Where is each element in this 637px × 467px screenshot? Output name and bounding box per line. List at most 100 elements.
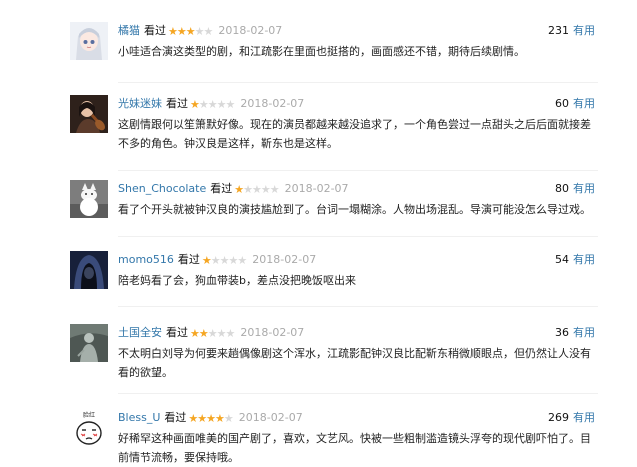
star-filled-icon: ★	[188, 412, 198, 425]
comment-header: Shen_Chocolate 看过 ★★★★★ 2018-02-07	[118, 182, 349, 196]
comment-text: 这剧情跟何以笙箫默好像。现在的演员都越来越没追求了，一个角色尝过一点甜头之后后面…	[118, 118, 591, 150]
star-filled-icon: ★	[185, 25, 196, 38]
comment-divider	[118, 393, 598, 394]
star-empty-icon: ★	[207, 327, 218, 340]
useful-button[interactable]: 有用	[573, 411, 595, 424]
vote-count: 36	[555, 326, 569, 339]
comment-header: 光妹迷妹 看过 ★★★★★ 2018-02-07	[118, 97, 304, 111]
star-empty-icon: ★	[251, 183, 262, 196]
comment-username[interactable]: momo516	[118, 253, 174, 266]
comment-date: 2018-02-07	[218, 24, 283, 37]
vote-area: 54 有用	[555, 253, 595, 267]
comment-username[interactable]: 光妹迷妹	[118, 97, 162, 110]
star-empty-icon: ★	[243, 183, 253, 196]
watched-label: 看过	[210, 182, 233, 195]
comment-text: 看了个开头就被钟汉良的演技尴尬到了。台词一塌糊涂。人物出场混乱。导演可能没怎么导…	[118, 203, 591, 216]
vote-area: 60 有用	[555, 97, 595, 111]
star-empty-icon: ★	[237, 254, 247, 267]
comment-text: 好稀罕这种画面唯美的国产剧了，喜欢，文艺风。快被一些粗制滥造镜头浮夸的现代剧吓怕…	[118, 432, 591, 464]
watched-label: 看过	[166, 326, 188, 339]
vote-area: 269 有用	[548, 411, 595, 425]
star-empty-icon: ★	[210, 254, 221, 267]
star-filled-icon: ★	[198, 327, 209, 340]
star-filled-icon: ★	[197, 412, 207, 425]
vote-count: 80	[555, 182, 569, 195]
rating-stars: ★★★★★	[168, 25, 214, 39]
comment-header: Bless_U 看过 ★★★★★ 2018-02-07	[118, 411, 303, 425]
comment-divider	[118, 170, 598, 171]
useful-button[interactable]: 有用	[573, 182, 595, 195]
white-cat-avatar-icon[interactable]	[70, 180, 108, 218]
comment-username[interactable]: 土国全安	[118, 326, 162, 339]
rating-stars: ★★★★★	[234, 183, 280, 197]
star-empty-icon: ★	[207, 98, 218, 111]
comment-item: 土国全安 看过 ★★★★★ 2018-02-07 36 有用 不太明白刘导为何要来趟偶像…	[0, 324, 637, 400]
star-empty-icon: ★	[223, 412, 234, 425]
star-empty-icon: ★	[194, 25, 205, 38]
comment-divider	[118, 82, 598, 83]
vote-count: 269	[548, 411, 569, 424]
blushing-face-avatar-icon[interactable]: 脸红	[70, 409, 108, 447]
watched-label: 看过	[144, 24, 166, 37]
comment-item: 橘猫 看过 ★★★★★ 2018-02-07 231 有用 小哇适合演这类型的剧，和江疏…	[0, 22, 637, 90]
comment-item: 脸红 Bless_U 看过 ★★★★★ 2018-02-07 269 有用 好稀罕这种画…	[0, 409, 637, 467]
star-empty-icon: ★	[225, 327, 236, 340]
vote-area: 80 有用	[555, 182, 595, 196]
grey-figure-avatar-icon[interactable]	[70, 324, 108, 362]
vote-area: 231 有用	[548, 24, 595, 38]
comment-text: 不太明白刘导为何要来趟偶像剧这个浑水，江疏影配钟汉良比配靳东稍微顺眼点，但仍然让…	[118, 347, 591, 379]
star-empty-icon: ★	[219, 254, 230, 267]
star-filled-icon: ★	[190, 327, 200, 340]
useful-button[interactable]: 有用	[573, 253, 595, 266]
comment-item: Shen_Chocolate 看过 ★★★★★ 2018-02-07 80 有用 看了个…	[0, 180, 637, 240]
vote-count: 231	[548, 24, 569, 37]
rating-stars: ★★★★★	[201, 254, 247, 268]
comment-text: 小哇适合演这类型的剧，和江疏影在里面也挺搭的，画面感还不错，期待后续剧情。	[118, 45, 525, 58]
comment-date: 2018-02-07	[240, 97, 305, 110]
useful-button[interactable]: 有用	[573, 24, 595, 37]
comment-header: 土国全安 看过 ★★★★★ 2018-02-07	[118, 326, 304, 340]
star-empty-icon: ★	[216, 327, 227, 340]
star-filled-icon: ★	[206, 412, 216, 425]
comment-item: momo516 看过 ★★★★★ 2018-02-07 54 有用 陪老妈看了会，狗血带…	[0, 251, 637, 311]
comment-date: 2018-02-07	[252, 253, 317, 266]
star-empty-icon: ★	[225, 98, 236, 111]
vote-count: 54	[555, 253, 569, 266]
comment-divider	[118, 236, 598, 237]
useful-button[interactable]: 有用	[573, 326, 595, 339]
star-empty-icon: ★	[216, 98, 227, 111]
comment-text: 陪老妈看了会，狗血带装b，差点没把晚饭呕出来	[118, 274, 356, 287]
comment-username[interactable]: Shen_Chocolate	[118, 182, 206, 195]
star-filled-icon: ★	[201, 254, 212, 267]
comment-header: 橘猫 看过 ★★★★★ 2018-02-07	[118, 24, 282, 38]
rating-stars: ★★★★★	[190, 98, 236, 112]
avatar-label: 脸红	[83, 411, 95, 419]
comment-divider	[118, 306, 598, 307]
watched-label: 看过	[166, 97, 188, 110]
star-empty-icon: ★	[198, 98, 209, 111]
watched-label: 看过	[177, 253, 200, 266]
rating-stars: ★★★★★	[190, 327, 236, 341]
rating-stars: ★★★★★	[188, 412, 234, 426]
useful-button[interactable]: 有用	[573, 97, 595, 110]
anime-girl-avatar-icon[interactable]	[70, 22, 108, 60]
star-filled-icon: ★	[215, 412, 225, 425]
comment-date: 2018-02-07	[238, 411, 303, 424]
comment-username[interactable]: Bless_U	[118, 411, 160, 424]
star-filled-icon: ★	[234, 183, 244, 196]
star-filled-icon: ★	[168, 25, 178, 38]
vote-area: 36 有用	[555, 326, 595, 340]
comment-date: 2018-02-07	[240, 326, 305, 339]
woman-with-violin-avatar-icon[interactable]	[70, 95, 108, 133]
hooded-figure-avatar-icon[interactable]	[70, 251, 108, 289]
star-empty-icon: ★	[269, 183, 280, 196]
comment-username[interactable]: 橘猫	[118, 24, 140, 37]
star-empty-icon: ★	[203, 25, 214, 38]
star-filled-icon: ★	[176, 25, 187, 38]
star-empty-icon: ★	[260, 183, 271, 196]
comment-item: 光妹迷妹 看过 ★★★★★ 2018-02-07 60 有用 这剧情跟何以笙箫默好像。现…	[0, 95, 637, 175]
star-filled-icon: ★	[190, 98, 200, 111]
comment-header: momo516 看过 ★★★★★ 2018-02-07	[118, 253, 316, 267]
watched-label: 看过	[164, 411, 187, 424]
comment-date: 2018-02-07	[284, 182, 349, 195]
